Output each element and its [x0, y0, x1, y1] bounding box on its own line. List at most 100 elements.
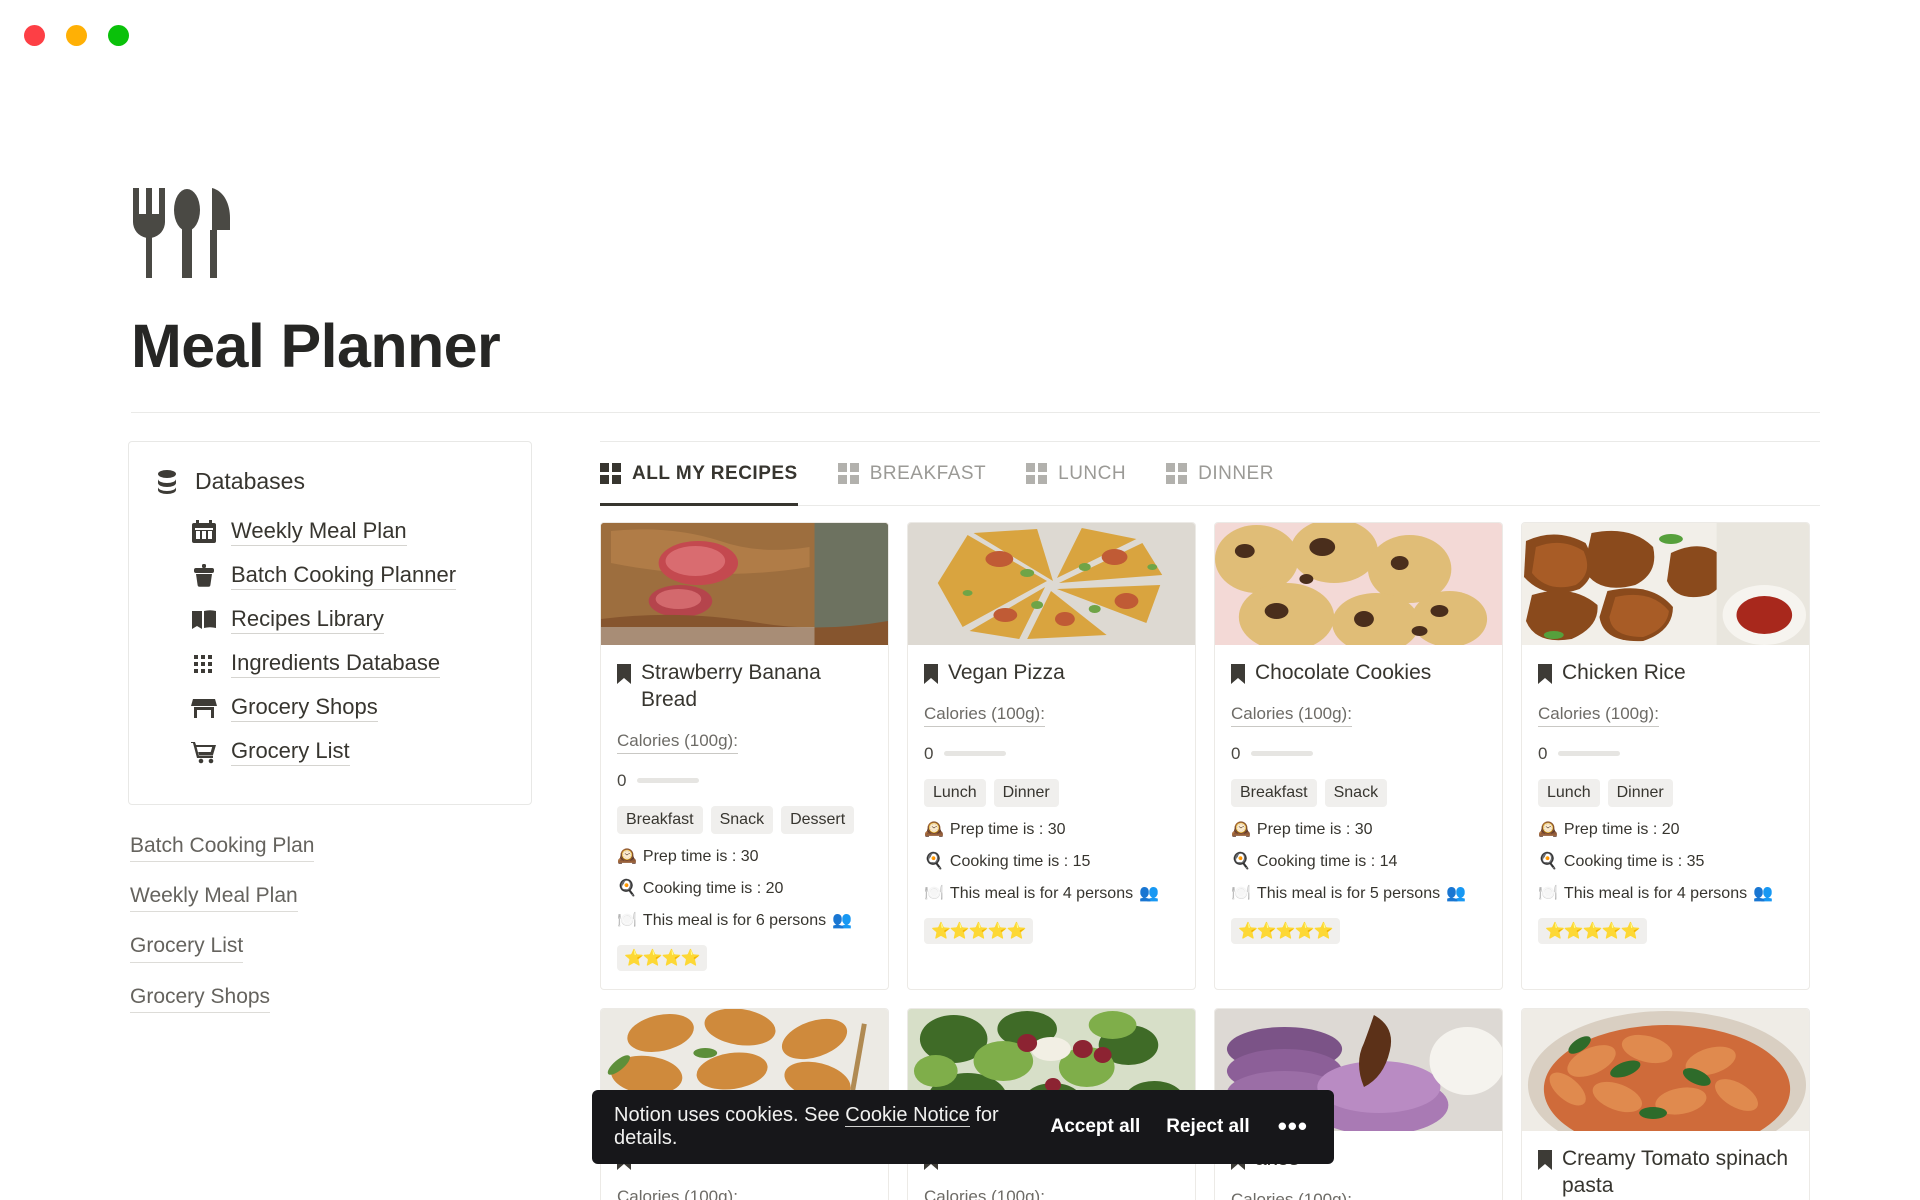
recipe-title: Vegan Pizza: [948, 661, 1065, 685]
databases-panel: Databases Weekly Meal Plan Batch Cooking…: [128, 441, 532, 806]
quick-link-batch-cooking-plan[interactable]: Batch Cooking Plan: [130, 833, 315, 863]
bookmark-icon: [1231, 664, 1245, 685]
sidebar-item-grocery-shops[interactable]: Grocery Shops: [129, 686, 531, 730]
cooking-time: Cooking time is : 20: [642, 879, 784, 897]
pan-icon: 🍳: [924, 852, 944, 870]
sidebar-item-ingredients-database[interactable]: Ingredients Database: [129, 642, 531, 686]
recipe-card[interactable]: Vegan Pizza Calories (100g): 0 Lunch Din…: [907, 522, 1196, 990]
meal-type-tags: Lunch Dinner: [924, 778, 1179, 807]
recipe-card[interactable]: Chocolate Cookies Calories (100g): 0 Bre…: [1214, 522, 1503, 990]
cooking-time-row: 🍳 Cooking time is : 35: [1538, 853, 1793, 871]
title-divider: [131, 412, 1820, 414]
meal-tag: Lunch: [924, 778, 986, 807]
recipe-card[interactable]: Creamy Tomato spinach pasta: [1521, 1007, 1810, 1200]
meal-tag: Dinner: [993, 778, 1059, 807]
window-titlebar: [0, 0, 1920, 62]
tab-lunch[interactable]: LUNCH: [1026, 442, 1144, 505]
sidebar-item-recipes-library[interactable]: Recipes Library: [129, 598, 531, 642]
grid-dots-icon: [194, 655, 212, 674]
close-window-button[interactable]: [24, 25, 45, 46]
recipe-image: [1215, 523, 1502, 646]
calories-row: 0: [1231, 744, 1486, 764]
maximize-window-button[interactable]: [108, 25, 129, 46]
cooking-time-row: 🍳 Cooking time is : 20: [617, 880, 872, 898]
prep-time: Prep time is : 30: [642, 847, 759, 865]
calories-progress-bar: [944, 751, 1007, 757]
recipe-card[interactable]: Chicken Rice Calories (100g): 0 Lunch Di…: [1521, 522, 1810, 990]
accept-all-button[interactable]: Accept all: [1050, 1116, 1140, 1138]
minimize-window-button[interactable]: [66, 25, 87, 46]
reject-all-button[interactable]: Reject all: [1166, 1116, 1249, 1138]
servings-row: 🍽️ This meal is for 4 persons 👥: [1538, 885, 1793, 903]
recipe-card-body: Vegan Pizza Calories (100g): 0 Lunch Din…: [908, 645, 1195, 962]
cookie-text-before: Notion uses cookies. See: [614, 1104, 846, 1126]
plate-icon: 🍽️: [1538, 884, 1558, 902]
tab-dinner[interactable]: DINNER: [1166, 442, 1292, 505]
rating-stars: ⭐⭐⭐⭐: [617, 944, 707, 971]
calories-progress-bar: [1251, 751, 1314, 757]
quick-link-weekly-meal-plan[interactable]: Weekly Meal Plan: [130, 883, 298, 913]
recipe-title-row: Strawberry Banana Bread: [617, 660, 872, 714]
recipe-title-row: Chocolate Cookies: [1231, 660, 1486, 687]
cookie-notice-link[interactable]: Cookie Notice: [845, 1104, 970, 1127]
servings-row: 🍽️ This meal is for 6 persons 👥: [617, 912, 872, 930]
plate-icon: 🍽️: [617, 911, 637, 929]
calories-row: 0: [617, 771, 872, 791]
tab-breakfast[interactable]: BREAKFAST: [837, 442, 1004, 505]
calories-label: Calories (100g):: [924, 1187, 1045, 1200]
calories-value: 0: [1231, 743, 1241, 763]
calories-progress-bar: [1558, 751, 1621, 757]
calendar-icon: [192, 520, 216, 544]
people-icon: 👥: [1753, 884, 1774, 902]
calories-label: Calories (100g):: [617, 731, 738, 754]
meal-tag: Dessert: [781, 805, 855, 834]
sidebar-item-label: Weekly Meal Plan: [231, 518, 407, 547]
rating-stars: ⭐⭐⭐⭐⭐: [1231, 917, 1340, 944]
pan-icon: 🍳: [1231, 852, 1251, 870]
cutlery-icon: [133, 188, 230, 278]
calories-row: 0: [924, 744, 1179, 764]
tab-label: DINNER: [1198, 462, 1274, 484]
servings: This meal is for 5 persons: [1256, 884, 1441, 902]
people-icon: 👥: [1446, 884, 1467, 902]
sidebar-item-weekly-meal-plan[interactable]: Weekly Meal Plan: [129, 510, 531, 554]
people-icon: 👥: [832, 911, 853, 929]
bookmark-icon: [1538, 664, 1552, 685]
quick-links: Batch Cooking Plan Weekly Meal Plan Groc…: [128, 833, 532, 1034]
tab-label: BREAKFAST: [869, 462, 987, 484]
sidebar-item-label: Grocery Shops: [231, 694, 378, 723]
cookie-consent-banner: Notion uses cookies. See Cookie Notice f…: [592, 1090, 1334, 1164]
meal-tag: Breakfast: [617, 805, 703, 834]
cooking-time-row: 🍳 Cooking time is : 14: [1231, 853, 1486, 871]
prep-time: Prep time is : 20: [1563, 820, 1680, 838]
databases-header: Databases: [129, 468, 531, 495]
cooking-time: Cooking time is : 15: [949, 852, 1091, 870]
meal-tag: Snack: [1324, 778, 1388, 807]
clock-icon: 🕰️: [924, 820, 944, 838]
prep-time-row: 🕰️ Prep time is : 30: [924, 821, 1179, 839]
plate-icon: 🍽️: [1231, 884, 1251, 902]
meal-tag: Snack: [710, 805, 774, 834]
recipe-title: Chocolate Cookies: [1255, 661, 1432, 685]
book-icon: [192, 610, 216, 630]
calories-value: 0: [617, 770, 627, 790]
tab-all-my-recipes[interactable]: ALL MY RECIPES: [600, 442, 816, 507]
sidebar-item-grocery-list[interactable]: Grocery List: [129, 730, 531, 774]
quick-link-grocery-list[interactable]: Grocery List: [130, 933, 244, 963]
calories-label: Calories (100g):: [1231, 1190, 1352, 1200]
bookmark-icon: [1538, 1149, 1552, 1170]
meal-tag: Breakfast: [1231, 778, 1317, 807]
rating-stars: ⭐⭐⭐⭐⭐: [924, 917, 1033, 944]
rating-stars: ⭐⭐⭐⭐⭐: [1538, 917, 1647, 944]
calories-label: Calories (100g):: [617, 1187, 738, 1200]
cookie-more-options-button[interactable]: •••: [1278, 1114, 1308, 1139]
page-header: Meal Planner: [0, 188, 1920, 414]
recipe-card[interactable]: Strawberry Banana Bread Calories (100g):…: [600, 522, 889, 990]
clock-icon: 🕰️: [617, 847, 637, 865]
tab-label: ALL MY RECIPES: [632, 462, 798, 484]
clock-icon: 🕰️: [1538, 820, 1558, 838]
databases-title: Databases: [195, 468, 305, 495]
sidebar-item-batch-cooking-planner[interactable]: Batch Cooking Planner: [129, 554, 531, 598]
quick-link-grocery-shops[interactable]: Grocery Shops: [130, 984, 271, 1013]
bookmark-icon: [617, 664, 631, 685]
